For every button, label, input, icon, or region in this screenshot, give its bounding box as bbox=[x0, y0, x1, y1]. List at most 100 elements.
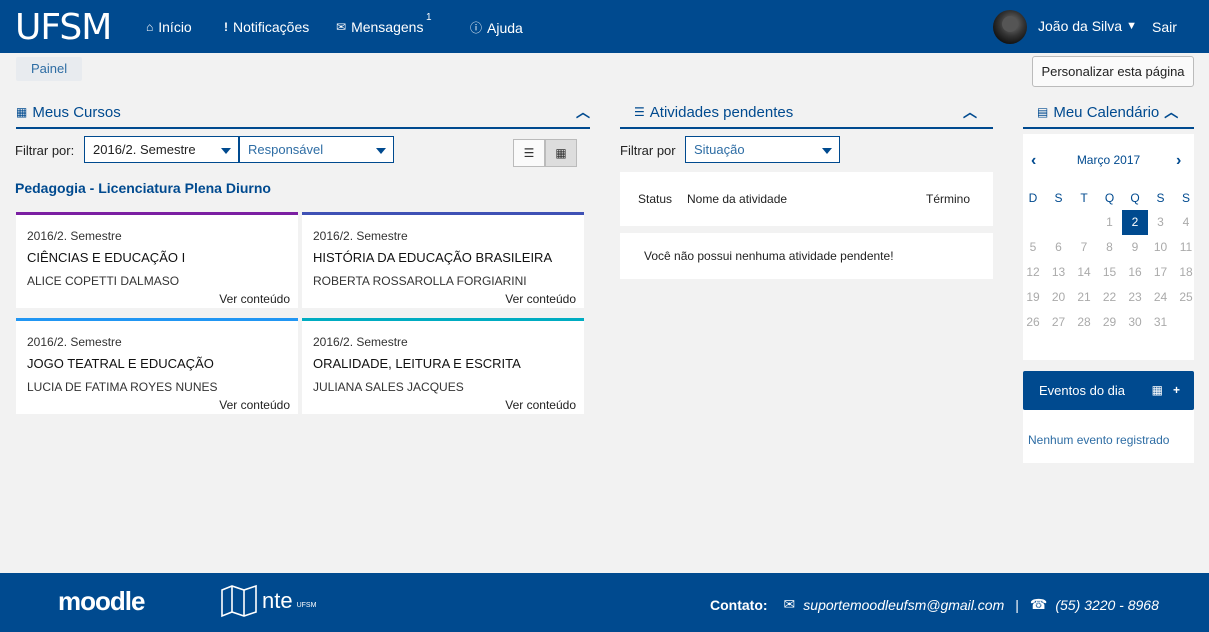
calendar-day-today[interactable]: 2 bbox=[1122, 210, 1148, 235]
nav-home[interactable]: ⌂ Início bbox=[146, 19, 192, 35]
status-select-value: Situação bbox=[694, 142, 745, 157]
chevron-up-icon[interactable]: ︿ bbox=[1164, 102, 1178, 122]
calendar-day[interactable]: 23 bbox=[1122, 285, 1148, 310]
course-teacher: ROBERTA ROSSAROLLA FORGIARINI bbox=[313, 274, 527, 288]
nav-messages[interactable]: ✉ Mensagens bbox=[336, 19, 423, 35]
nav-home-label: Início bbox=[158, 19, 192, 35]
role-select[interactable]: Responsável bbox=[239, 136, 394, 163]
calendar-day[interactable]: 13 bbox=[1046, 260, 1072, 285]
chevron-up-icon[interactable]: ︿ bbox=[576, 102, 590, 122]
calendar-day[interactable]: 4 bbox=[1173, 210, 1199, 235]
activities-table-header: Status Nome da atividade Término bbox=[620, 172, 993, 226]
course-name[interactable]: CIÊNCIAS E EDUCAÇÃO I bbox=[27, 250, 185, 265]
calendar-day[interactable]: 1 bbox=[1097, 210, 1123, 235]
col-activity-name: Nome da atividade bbox=[687, 192, 788, 206]
view-content-link[interactable]: Ver conteúdo bbox=[505, 398, 576, 412]
calendar-day[interactable]: 31 bbox=[1148, 310, 1174, 335]
calendar-weekday: S bbox=[1054, 191, 1063, 205]
nte-logo[interactable]: nte UFSM bbox=[220, 584, 316, 618]
activities-empty-row: Você não possui nenhuma atividade penden… bbox=[620, 233, 993, 279]
nav-notifications[interactable]: ! Notificações bbox=[224, 19, 309, 35]
calendar-day[interactable]: 18 bbox=[1173, 260, 1199, 285]
course-name[interactable]: JOGO TEATRAL E EDUCAÇÃO bbox=[27, 356, 214, 371]
envelope-icon: ✉ bbox=[783, 596, 796, 612]
course-teacher: JULIANA SALES JACQUES bbox=[313, 380, 464, 394]
chevron-up-icon[interactable]: ︿ bbox=[963, 102, 977, 122]
nav-help[interactable]: ⓘ Ajuda bbox=[470, 19, 523, 36]
calendar-day[interactable]: 7 bbox=[1071, 235, 1097, 260]
role-select-value: Responsável bbox=[248, 142, 324, 157]
top-navbar: UFSM ⌂ Início ! Notificações ✉ Mensagens… bbox=[0, 0, 1209, 53]
logout-link[interactable]: Sair bbox=[1152, 19, 1177, 35]
moodle-logo[interactable]: moodle bbox=[58, 586, 145, 617]
calendar-day[interactable]: 27 bbox=[1046, 310, 1072, 335]
breadcrumb[interactable]: Painel bbox=[16, 57, 83, 81]
calendar-weekday: T bbox=[1080, 191, 1088, 205]
phone-icon: ☎ bbox=[1029, 596, 1048, 612]
grid-view-button[interactable]: ▦ bbox=[545, 139, 577, 167]
plus-icon[interactable]: + bbox=[1173, 383, 1180, 397]
calendar-day[interactable]: 16 bbox=[1122, 260, 1148, 285]
calendar-day[interactable]: 12 bbox=[1020, 260, 1046, 285]
calendar-day[interactable]: 5 bbox=[1020, 235, 1046, 260]
view-content-link[interactable]: Ver conteúdo bbox=[505, 292, 576, 306]
course-card[interactable]: 2016/2. Semestre HISTÓRIA DA EDUCAÇÃO BR… bbox=[302, 212, 584, 308]
envelope-icon: ✉ bbox=[336, 20, 347, 34]
course-card[interactable]: 2016/2. Semestre CIÊNCIAS E EDUCAÇÃO I A… bbox=[16, 212, 298, 308]
calendar-icon[interactable]: ▦ bbox=[1152, 383, 1163, 397]
calendar-day[interactable]: 26 bbox=[1020, 310, 1046, 335]
calendar-title-text: Meu Calendário bbox=[1053, 103, 1160, 121]
course-name[interactable]: HISTÓRIA DA EDUCAÇÃO BRASILEIRA bbox=[313, 250, 552, 265]
course-card[interactable]: 2016/2. Semestre ORALIDADE, LEITURA E ES… bbox=[302, 318, 584, 414]
calendar-day[interactable]: 28 bbox=[1071, 310, 1097, 335]
calendar-day[interactable]: 29 bbox=[1097, 310, 1123, 335]
nte-map-icon bbox=[221, 584, 257, 618]
events-empty-message[interactable]: Nenhum evento registrado bbox=[1028, 433, 1169, 447]
calendar: ‹ Março 2017 › D S T Q Q S S 1 2 3 4 5 6 7 8 9 10 11 12 13 1… bbox=[1023, 134, 1194, 360]
home-icon: ⌂ bbox=[146, 20, 154, 34]
list-view-button[interactable]: ☰ bbox=[513, 139, 545, 167]
calendar-weekday: D bbox=[1028, 191, 1038, 205]
calendar-day[interactable]: 19 bbox=[1020, 285, 1046, 310]
grid-icon: ▦ bbox=[555, 146, 567, 160]
nte-subtext: UFSM bbox=[296, 601, 317, 609]
status-select[interactable]: Situação bbox=[685, 136, 840, 163]
user-menu[interactable]: João da Silva ▼ bbox=[1038, 18, 1137, 34]
calendar-day[interactable]: 15 bbox=[1097, 260, 1123, 285]
calendar-day[interactable]: 3 bbox=[1148, 210, 1174, 235]
contact-separator: | bbox=[1015, 596, 1019, 613]
calendar-day[interactable]: 25 bbox=[1173, 285, 1199, 310]
view-content-link[interactable]: Ver conteúdo bbox=[219, 398, 290, 412]
calendar-day[interactable]: 8 bbox=[1097, 235, 1123, 260]
contact-email[interactable]: suportemoodleufsm@gmail.com bbox=[803, 597, 1004, 613]
next-month-icon[interactable]: › bbox=[1176, 152, 1181, 170]
course-name[interactable]: ORALIDADE, LEITURA E ESCRITA bbox=[313, 356, 521, 371]
course-card[interactable]: 2016/2. Semestre JOGO TEATRAL E EDUCAÇÃO… bbox=[16, 318, 298, 414]
calendar-day[interactable]: 24 bbox=[1148, 285, 1174, 310]
calendar-day[interactable]: 10 bbox=[1148, 235, 1174, 260]
semester-select[interactable]: 2016/2. Semestre bbox=[84, 136, 239, 163]
customize-page-button[interactable]: Personalizar esta página bbox=[1032, 56, 1194, 87]
calendar-day[interactable]: 17 bbox=[1148, 260, 1174, 285]
calendar-day[interactable]: 21 bbox=[1071, 285, 1097, 310]
calendar-icon: ▤ bbox=[1037, 105, 1049, 119]
courses-title-text: Meus Cursos bbox=[32, 103, 121, 121]
course-semester: 2016/2. Semestre bbox=[27, 335, 122, 349]
events-of-day-header[interactable]: Eventos do dia ▦ + bbox=[1023, 371, 1194, 410]
program-title[interactable]: Pedagogia - Licenciatura Plena Diurno bbox=[15, 180, 271, 196]
calendar-day[interactable]: 30 bbox=[1122, 310, 1148, 335]
calendar-day[interactable]: 22 bbox=[1097, 285, 1123, 310]
calendar-day[interactable]: 9 bbox=[1122, 235, 1148, 260]
calendar-day[interactable]: 20 bbox=[1046, 285, 1072, 310]
calendar-day[interactable]: 6 bbox=[1046, 235, 1072, 260]
calendar-day[interactable]: 11 bbox=[1173, 235, 1199, 260]
ufsm-logo[interactable]: UFSM bbox=[15, 7, 112, 48]
calendar-day[interactable]: 14 bbox=[1071, 260, 1097, 285]
col-status: Status bbox=[638, 192, 673, 206]
caret-down-icon bbox=[822, 148, 832, 154]
view-content-link[interactable]: Ver conteúdo bbox=[219, 292, 290, 306]
avatar[interactable] bbox=[993, 10, 1027, 44]
activities-header: ☰ Atividades pendentes ︿ bbox=[620, 97, 993, 129]
messages-badge: 1 bbox=[426, 12, 432, 23]
contact-phone: (55) 3220 - 8968 bbox=[1055, 596, 1159, 613]
